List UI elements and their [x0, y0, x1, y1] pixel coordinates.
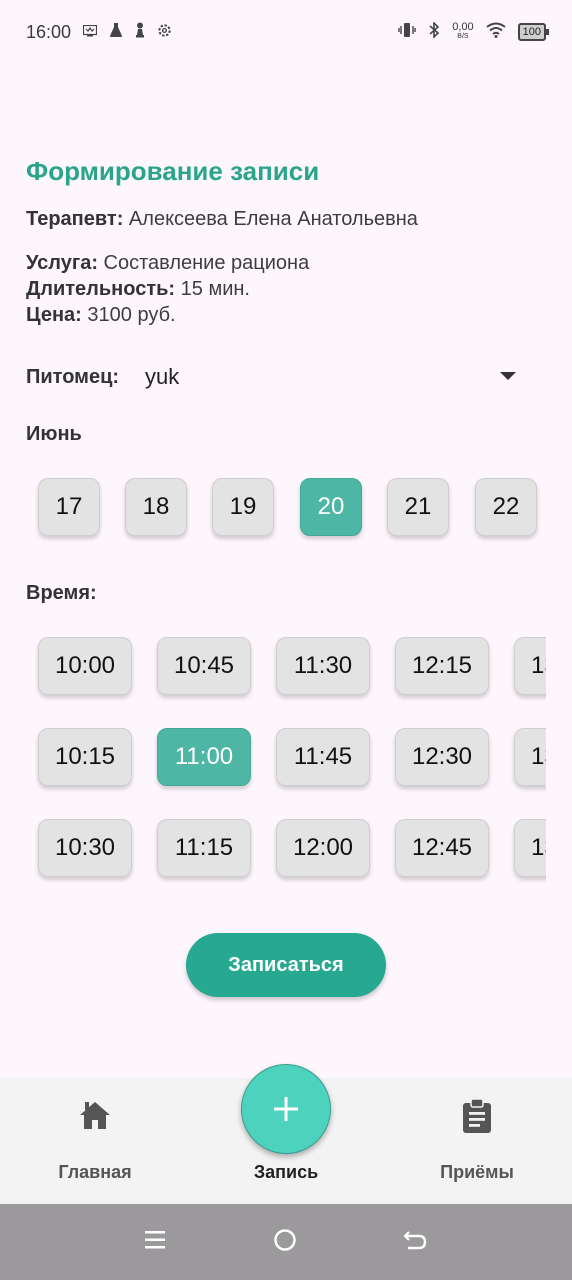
- system-navigation-bar: [0, 1204, 572, 1280]
- pet-label: Питомец:: [26, 365, 120, 388]
- clipboard-icon: [461, 1098, 493, 1134]
- nav-home-label: Главная: [58, 1162, 132, 1182]
- time-slot-button[interactable]: 12:45: [395, 819, 489, 877]
- time-slot-button[interactable]: 13:00: [514, 637, 546, 695]
- status-time: 16:00: [26, 21, 72, 42]
- price-label: Цена:: [26, 304, 82, 326]
- service-value: Составление рациона: [97, 252, 310, 274]
- time-slot-button[interactable]: 13:15: [514, 728, 546, 786]
- network-speed: 0,00 B/S: [452, 21, 474, 41]
- time-label: Время:: [26, 582, 97, 604]
- settings-gear-icon: [157, 23, 172, 42]
- home-circle-icon[interactable]: [273, 1228, 297, 1257]
- network-speed-value: 0,00: [452, 21, 474, 33]
- add-record-fab[interactable]: [241, 1064, 331, 1154]
- time-slot-button[interactable]: 10:30: [38, 819, 132, 877]
- time-slot-button-selected[interactable]: 11:00: [157, 728, 251, 786]
- day-button-selected[interactable]: 20: [300, 478, 362, 536]
- day-button[interactable]: 21: [387, 478, 449, 536]
- plus-icon: [274, 1097, 298, 1121]
- battery-indicator: 100: [517, 23, 550, 41]
- status-right: 0,00 B/S 100: [398, 21, 550, 42]
- day-button[interactable]: 18: [125, 478, 187, 536]
- nav-home[interactable]: Главная: [0, 1078, 190, 1204]
- day-button[interactable]: 22: [475, 478, 537, 536]
- bluetooth-icon: [428, 21, 440, 42]
- status-bar: 16:00 0,00 B/S 100: [0, 0, 572, 64]
- therapist-label: Терапевт:: [26, 208, 124, 230]
- day-button[interactable]: 19: [212, 478, 274, 536]
- vibrate-icon: [398, 22, 416, 42]
- network-speed-unit: B/S: [457, 33, 469, 40]
- duration-value: 15 мин.: [175, 278, 250, 300]
- price-info: Цена: 3100 руб.: [26, 304, 176, 327]
- page-title: Формирование записи: [26, 156, 320, 186]
- therapist-info: Терапевт: Алексеева Елена Анатольевна: [26, 208, 418, 231]
- pet-selector[interactable]: Питомец: yuk: [26, 362, 546, 392]
- time-slot-button[interactable]: 10:00: [38, 637, 132, 695]
- time-slot-button[interactable]: 12:15: [395, 637, 489, 695]
- home-icon: [77, 1098, 113, 1134]
- back-icon[interactable]: [403, 1228, 429, 1257]
- nav-visits-label: Приёмы: [440, 1162, 514, 1182]
- nav-record-label: Запись: [253, 1162, 319, 1182]
- tv-icon: [82, 24, 98, 41]
- duration-info: Длительность: 15 мин.: [26, 278, 250, 301]
- time-slot-button[interactable]: 12:30: [395, 728, 489, 786]
- time-slot-button[interactable]: 11:30: [276, 637, 370, 695]
- time-slot-button[interactable]: 12:00: [276, 819, 370, 877]
- pet-value: yuk: [145, 364, 180, 389]
- chess-pawn-icon: [135, 22, 145, 42]
- duration-label: Длительность:: [26, 278, 176, 300]
- service-label: Услуга:: [26, 252, 98, 274]
- flask-icon: [109, 22, 123, 42]
- month-label: Июнь: [26, 423, 82, 445]
- service-info: Услуга: Составление рациона: [26, 252, 309, 275]
- wifi-icon: [486, 22, 506, 42]
- price-value: 3100 руб.: [81, 304, 176, 326]
- therapist-value: Алексеева Елена Анатольевна: [123, 208, 418, 230]
- status-left: 16:00: [26, 22, 172, 43]
- menu-icon[interactable]: [143, 1228, 167, 1257]
- time-slot-button[interactable]: 13:30: [514, 819, 546, 877]
- nav-visits[interactable]: Приёмы: [382, 1078, 572, 1204]
- time-grid[interactable]: 10:00 10:15 10:30 10:45 11:00 11:15 11:3…: [26, 620, 546, 900]
- time-slot-button[interactable]: 11:15: [157, 819, 251, 877]
- time-slot-button[interactable]: 10:15: [38, 728, 132, 786]
- time-slot-button[interactable]: 10:45: [157, 637, 251, 695]
- submit-booking-button[interactable]: Записаться: [186, 933, 386, 997]
- day-button[interactable]: 17: [38, 478, 100, 536]
- time-slot-button[interactable]: 11:45: [276, 728, 370, 786]
- dropdown-arrow-icon[interactable]: [500, 372, 516, 380]
